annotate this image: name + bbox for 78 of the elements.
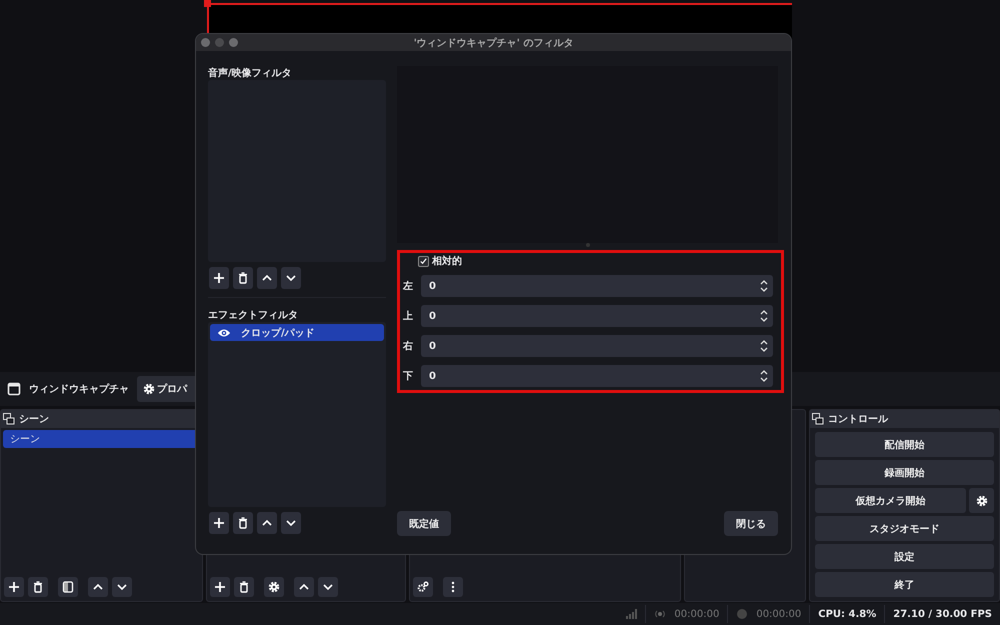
control-button[interactable]: 配信開始	[815, 432, 994, 457]
number-field[interactable]: 0	[421, 275, 773, 297]
dock-title: コントロール	[828, 413, 888, 426]
number-field[interactable]: 0	[421, 305, 773, 327]
settings-button[interactable]	[264, 577, 284, 597]
move-up-button[interactable]	[294, 577, 314, 597]
field-label: 左	[403, 280, 414, 293]
trash-icon	[238, 581, 250, 593]
menu-button[interactable]	[443, 577, 463, 597]
audio-settings-button[interactable]	[413, 577, 433, 597]
spin-arrows-icon[interactable]	[759, 308, 769, 324]
cpu-usage: CPU: 4.8%	[818, 608, 876, 620]
plus-icon	[213, 272, 225, 284]
section-label: エフェクトフィルタ	[208, 309, 299, 322]
close-window-button[interactable]	[201, 38, 210, 47]
move-up-button[interactable]	[257, 512, 277, 534]
add-button[interactable]	[209, 512, 229, 534]
signal-icon	[625, 608, 638, 620]
close-button[interactable]: 閉じる	[724, 511, 778, 536]
gear-icon	[143, 383, 155, 395]
gear-icon	[976, 494, 988, 506]
plus-icon	[213, 517, 225, 529]
move-up-button[interactable]	[88, 577, 108, 597]
spin-arrows-icon[interactable]	[759, 338, 769, 354]
add-button[interactable]	[210, 577, 230, 597]
field-label: 上	[403, 310, 414, 323]
resize-handle[interactable]	[204, 0, 211, 7]
add-button[interactable]	[4, 577, 24, 597]
move-down-button[interactable]	[318, 577, 338, 597]
delete-button[interactable]	[28, 577, 48, 597]
move-down-button[interactable]	[281, 512, 301, 534]
filter-item[interactable]: クロップ/パッド	[210, 324, 384, 341]
fps-reading: 27.10 / 30.00 FPS	[893, 608, 992, 620]
number-field[interactable]: 0	[421, 365, 773, 387]
filter-icon	[62, 581, 74, 593]
control-button[interactable]: スタジオモード	[815, 516, 994, 541]
move-down-button[interactable]	[112, 577, 132, 597]
field-label: 下	[403, 370, 414, 383]
eye-icon[interactable]	[217, 328, 231, 338]
window-icon	[7, 382, 21, 396]
dialog-title: 'ウィンドウキャプチャ' のフィルタ	[414, 36, 574, 50]
defaults-button[interactable]: 既定値	[397, 511, 451, 536]
dock-title: シーン	[19, 413, 49, 426]
delete-button[interactable]	[234, 577, 254, 597]
trash-icon	[237, 272, 249, 284]
add-button[interactable]	[209, 267, 229, 289]
record-icon	[736, 608, 748, 620]
dock-icon	[812, 413, 824, 425]
record-time: 00:00:00	[756, 608, 802, 620]
stream-icon	[654, 608, 666, 620]
stream-time: 00:00:00	[674, 608, 720, 620]
gears-icon	[417, 581, 429, 593]
gear-icon	[268, 581, 280, 593]
checkbox-label: 相対的	[432, 254, 462, 268]
settings-button[interactable]	[969, 488, 994, 513]
control-button[interactable]: 仮想カメラ開始	[815, 488, 966, 513]
section-label: 音声/映像フィルタ	[208, 66, 293, 80]
plus-icon	[8, 581, 20, 593]
source-name: ウィンドウキャプチャ	[29, 382, 129, 396]
move-down-button[interactable]	[281, 267, 301, 289]
control-button[interactable]: 録画開始	[815, 460, 994, 485]
field-label: 右	[403, 340, 414, 353]
delete-button[interactable]	[233, 512, 253, 534]
trash-icon	[32, 581, 44, 593]
move-up-button[interactable]	[257, 267, 277, 289]
checkbox[interactable]	[418, 256, 429, 266]
dock-icon	[3, 413, 15, 425]
spin-arrows-icon[interactable]	[759, 278, 769, 294]
spin-arrows-icon[interactable]	[759, 368, 769, 384]
delete-button[interactable]	[233, 267, 253, 289]
number-field[interactable]: 0	[421, 335, 773, 357]
zoom-window-button[interactable]	[229, 38, 238, 47]
control-button[interactable]: 終了	[815, 572, 994, 597]
filter-button[interactable]	[58, 577, 78, 597]
control-button[interactable]: 設定	[815, 544, 994, 569]
plus-icon	[214, 581, 226, 593]
filter-name: クロップ/パッド	[241, 326, 315, 340]
trash-icon	[237, 517, 249, 529]
